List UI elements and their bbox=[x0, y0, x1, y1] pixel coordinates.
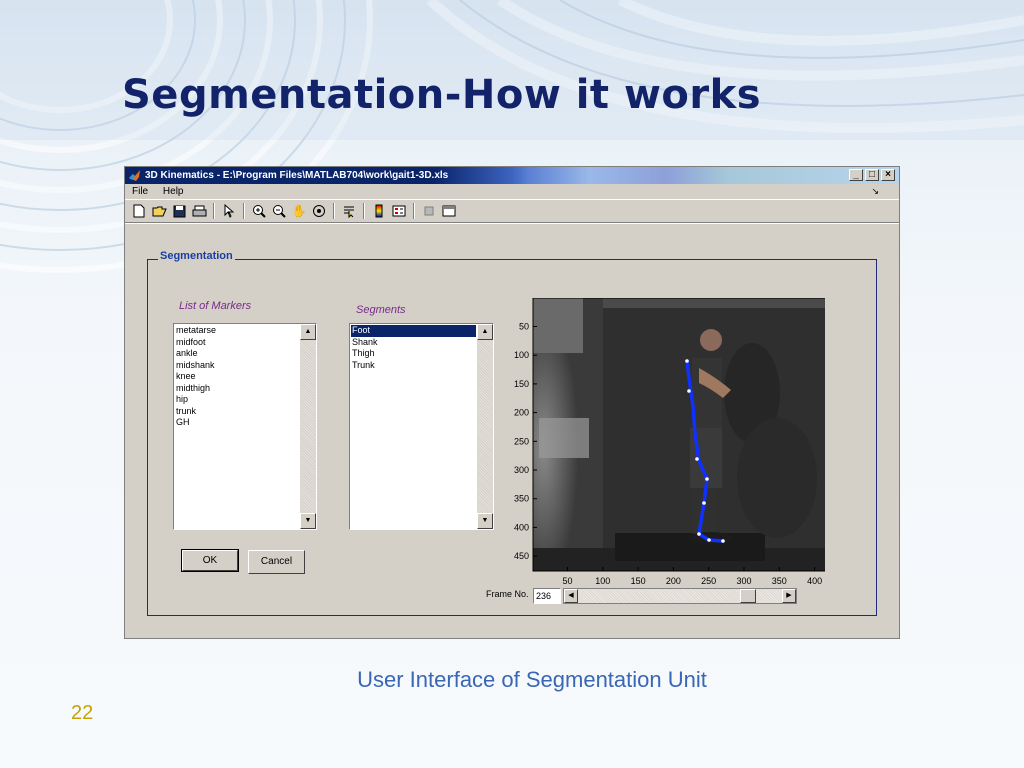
colorbar-icon[interactable] bbox=[370, 202, 388, 220]
list-item[interactable]: midthigh bbox=[175, 383, 299, 395]
toolbar-separator bbox=[333, 203, 335, 219]
y-tick-label: 250 bbox=[514, 436, 529, 446]
new-file-icon[interactable] bbox=[130, 202, 148, 220]
x-tick-label: 250 bbox=[701, 576, 716, 586]
pointer-icon[interactable] bbox=[220, 202, 238, 220]
slider-right-arrow-icon[interactable]: ▶ bbox=[782, 589, 796, 603]
list-item[interactable]: Trunk bbox=[351, 360, 476, 372]
x-tick-label: 300 bbox=[736, 576, 751, 586]
figure-toolbar: ✋ bbox=[125, 199, 899, 223]
maximize-button[interactable]: □ bbox=[865, 169, 879, 181]
menu-file[interactable]: File bbox=[132, 186, 148, 197]
window-titlebar[interactable]: 3D Kinematics - E:\Program Files\MATLAB7… bbox=[125, 167, 899, 184]
list-item[interactable]: knee bbox=[175, 371, 299, 383]
frame-number-input[interactable]: 236 bbox=[533, 588, 561, 604]
x-tick-label: 200 bbox=[666, 576, 681, 586]
figure-content: Segmentation List of Markers metatarse mi… bbox=[125, 223, 899, 639]
print-icon[interactable] bbox=[190, 202, 208, 220]
y-tick-label: 200 bbox=[514, 408, 529, 418]
x-tick-label: 100 bbox=[595, 576, 610, 586]
legend-icon[interactable] bbox=[390, 202, 408, 220]
toolbar-separator bbox=[213, 203, 215, 219]
video-frame-image bbox=[533, 298, 844, 571]
toolbar-separator bbox=[363, 203, 365, 219]
list-item[interactable]: Shank bbox=[351, 337, 476, 349]
list-item[interactable]: Foot bbox=[351, 325, 476, 337]
x-tick-label: 400 bbox=[807, 576, 822, 586]
list-item[interactable]: hip bbox=[175, 394, 299, 406]
page-number: 22 bbox=[71, 702, 94, 724]
y-tick-label: 150 bbox=[514, 379, 529, 389]
list-item[interactable]: trunk bbox=[175, 406, 299, 418]
ok-button[interactable]: OK bbox=[181, 549, 239, 572]
dock-arrow-icon[interactable]: ↘ bbox=[871, 184, 879, 199]
x-tick-label: 50 bbox=[562, 576, 572, 586]
menu-help[interactable]: Help bbox=[163, 186, 184, 197]
list-item[interactable]: GH bbox=[175, 417, 299, 429]
frame-slider[interactable]: ◀ ▶ bbox=[563, 588, 797, 604]
window-title: 3D Kinematics - E:\Program Files\MATLAB7… bbox=[145, 170, 449, 181]
show-plot-tools-icon[interactable] bbox=[440, 202, 458, 220]
y-tick-label: 300 bbox=[514, 465, 529, 475]
frame-number-label: Frame No. bbox=[486, 589, 529, 599]
list-item[interactable]: ankle bbox=[175, 348, 299, 360]
segmentation-group-label: Segmentation bbox=[158, 250, 235, 262]
cancel-button[interactable]: Cancel bbox=[248, 550, 305, 574]
slide-title: Segmentation-How it works bbox=[122, 72, 762, 118]
video-axes-svg[interactable]: 50 100 150 200 250 300 350 400 450 50 100 150 200 25… bbox=[485, 297, 845, 603]
pan-hand-icon[interactable]: ✋ bbox=[290, 202, 308, 220]
scroll-up-arrow-icon[interactable]: ▲ bbox=[300, 324, 316, 340]
menu-bar: File Help ↘ bbox=[125, 184, 899, 199]
y-tick-label: 400 bbox=[514, 522, 529, 532]
segments-listbox[interactable]: Foot Shank Thigh Trunk ▲ ▼ bbox=[349, 323, 494, 530]
toolbar-separator bbox=[413, 203, 415, 219]
markers-scrollbar[interactable]: ▲ ▼ bbox=[300, 324, 316, 529]
y-tick-label: 350 bbox=[514, 494, 529, 504]
list-item[interactable]: metatarse bbox=[175, 325, 299, 337]
matlab-window: 3D Kinematics - E:\Program Files\MATLAB7… bbox=[124, 166, 900, 639]
scroll-down-arrow-icon[interactable]: ▼ bbox=[300, 513, 316, 529]
y-tick-label: 50 bbox=[519, 322, 529, 332]
video-axes: 50 100 150 200 250 300 350 400 450 50 100 150 200 25… bbox=[485, 297, 845, 604]
zoom-out-icon[interactable] bbox=[270, 202, 288, 220]
close-button[interactable]: × bbox=[881, 169, 895, 181]
x-tick-label: 150 bbox=[631, 576, 646, 586]
open-folder-icon[interactable] bbox=[150, 202, 168, 220]
toolbar-separator bbox=[243, 203, 245, 219]
list-item[interactable]: Thigh bbox=[351, 348, 476, 360]
minimize-button[interactable]: _ bbox=[849, 169, 863, 181]
save-icon[interactable] bbox=[170, 202, 188, 220]
zoom-in-icon[interactable] bbox=[250, 202, 268, 220]
markers-items: metatarse midfoot ankle midshank knee midthig… bbox=[175, 325, 299, 429]
markers-caption: List of Markers bbox=[179, 300, 252, 312]
rotate-3d-icon[interactable] bbox=[310, 202, 328, 220]
markers-listbox[interactable]: metatarse midfoot ankle midshank knee midthig… bbox=[173, 323, 317, 530]
segments-items: Foot Shank Thigh Trunk bbox=[351, 325, 476, 371]
list-item[interactable]: midfoot bbox=[175, 337, 299, 349]
list-item[interactable]: midshank bbox=[175, 360, 299, 372]
matlab-logo-icon bbox=[129, 170, 140, 181]
x-tick-label: 350 bbox=[772, 576, 787, 586]
data-cursor-icon[interactable] bbox=[340, 202, 358, 220]
slide-caption: User Interface of Segmentation Unit bbox=[357, 667, 707, 692]
y-tick-label: 100 bbox=[514, 350, 529, 360]
y-tick-label: 450 bbox=[514, 551, 529, 561]
hide-plot-tools-icon[interactable] bbox=[420, 202, 438, 220]
slider-thumb[interactable] bbox=[739, 589, 756, 603]
slider-left-arrow-icon[interactable]: ◀ bbox=[564, 589, 578, 603]
segments-caption: Segments bbox=[356, 304, 406, 316]
